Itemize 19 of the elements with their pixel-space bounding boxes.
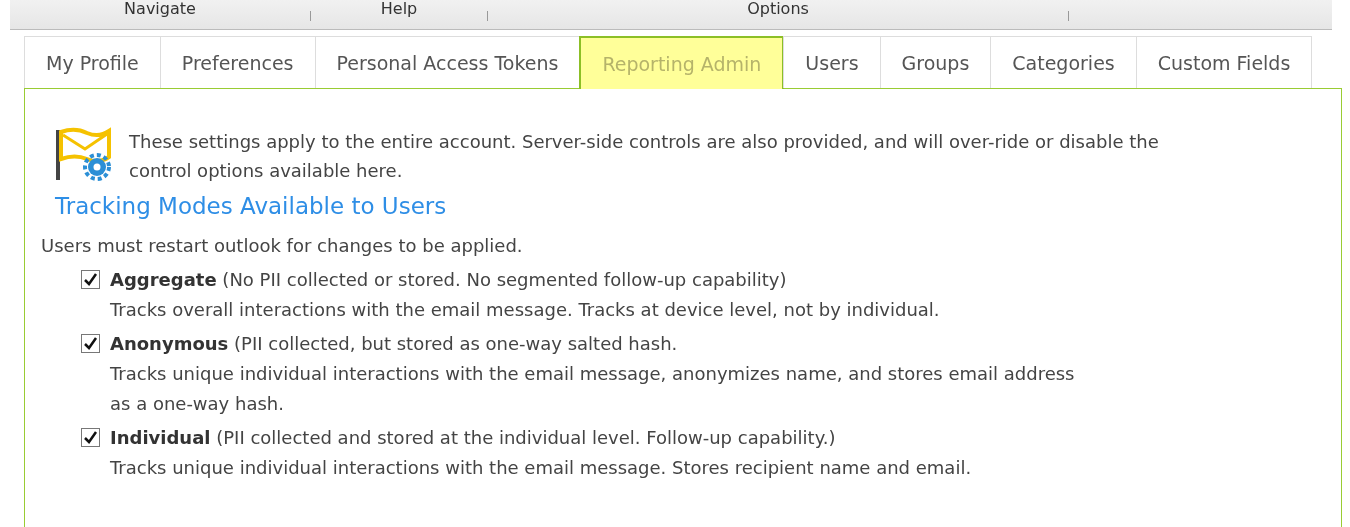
section-title: Tracking Modes Available to Users (55, 191, 448, 221)
note-text: Users must restart outlook for changes to be applied. (41, 234, 524, 258)
menu-item[interactable]: Navigate (10, 0, 310, 21)
option-label: Aggregate (No PII collected or stored. No segmented follow-up capability) (110, 268, 788, 292)
menu-item[interactable]: Options (488, 0, 1068, 21)
option-description: Tracks unique individual interactions with the email message. Stores recipient name and email. (110, 456, 972, 480)
option-description: Tracks unique individual interactions with the email message, anonymizes name, and stores email address as a one-way hash. (110, 362, 1076, 416)
option-description: Tracks overall interactions with the email message. Tracks at device level, not by individual. (110, 298, 940, 322)
checkbox[interactable] (81, 270, 100, 289)
menu-item[interactable]: Help (311, 0, 487, 21)
checkbox[interactable] (81, 428, 100, 447)
tab[interactable]: Custom Fields (1135, 36, 1313, 88)
option-label: Anonymous (PII collected, but stored as one-way salted hash. (110, 332, 679, 356)
tab[interactable]: My Profile (24, 36, 161, 88)
option-label: Individual (PII collected and stored at the individual level. Follow-up capability.) (110, 426, 837, 450)
intro-text: These settings apply to the entire account. Server-side controls are also provided, and will over-ride or disable the control options available here. (129, 129, 1160, 183)
flag-gear-icon (55, 126, 113, 183)
tab[interactable]: Users (783, 36, 881, 88)
checkbox[interactable] (81, 334, 100, 353)
